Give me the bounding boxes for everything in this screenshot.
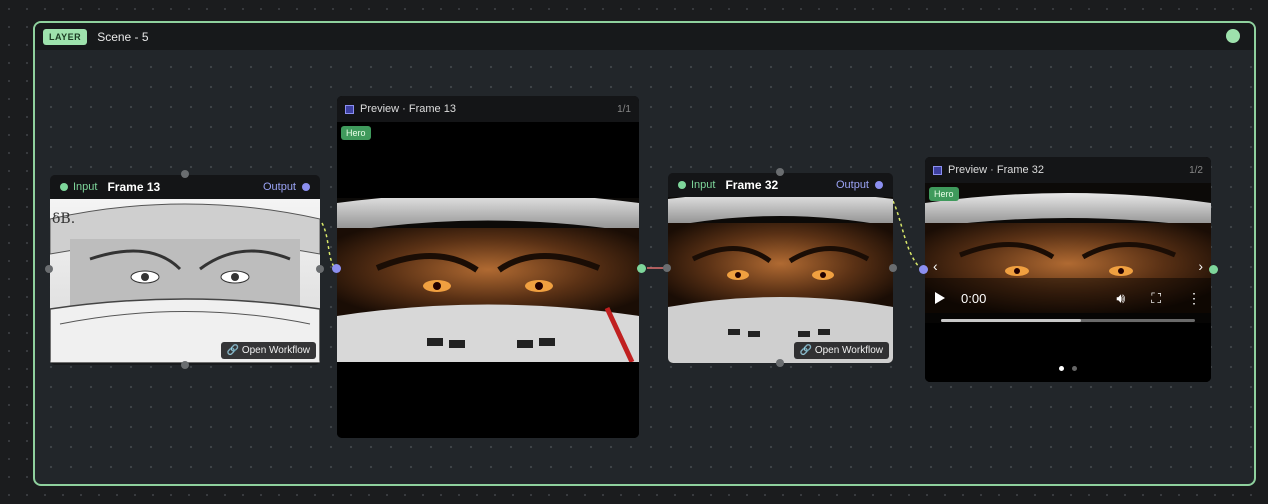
open-workflow-button[interactable]: 🔗 Open Workflow: [793, 342, 889, 359]
layer-header[interactable]: LAYER Scene - 5: [35, 23, 1254, 50]
carousel-pager: [925, 358, 1211, 376]
preview-header: Preview · Frame 32 1/2: [925, 157, 1211, 183]
output-label: Output: [262, 181, 296, 193]
node2-left-handle[interactable]: [663, 264, 671, 272]
layer-badge: LAYER: [43, 28, 88, 45]
node-header: Input Frame 13 Output: [50, 175, 320, 199]
svg-text:δB.: δB.: [52, 211, 75, 227]
preview1-output-handle[interactable]: [637, 264, 646, 273]
next-arrow-icon[interactable]: ›: [1198, 258, 1203, 274]
video-player[interactable]: Hero ‹ › 0:00 🔊︎ ⛶ ⋮: [925, 183, 1211, 382]
input-label: Input: [691, 179, 716, 191]
wire-node2-preview2: [892, 200, 922, 270]
output-port-icon[interactable]: [875, 181, 883, 189]
node1-right-handle[interactable]: [316, 265, 324, 273]
node2-top-handle[interactable]: [776, 168, 784, 176]
preview2-input-handle[interactable]: [919, 265, 928, 274]
preview-image[interactable]: Hero: [337, 122, 639, 438]
node2-right-handle[interactable]: [889, 264, 897, 272]
node1-top-handle[interactable]: [181, 170, 189, 178]
pager-dot-2[interactable]: [1072, 366, 1078, 371]
preview-title: Preview · Frame 32: [948, 164, 1044, 176]
hero-badge: Hero: [341, 126, 371, 140]
link-icon: 🔗: [799, 345, 813, 356]
node-title: Frame 13: [107, 180, 161, 194]
more-vert-icon[interactable]: ⋮: [1187, 290, 1201, 307]
helmet-render-image: [337, 198, 639, 362]
workflow-node-frame-32[interactable]: Input Frame 32 Output 🔗 Open Workflow: [668, 173, 893, 363]
pager-dot-1[interactable]: [1058, 366, 1064, 371]
open-workflow-label: Open Workflow: [814, 345, 883, 356]
wire-node1-preview1: [321, 222, 336, 269]
preview-header: Preview · Frame 13 1/1: [337, 96, 639, 122]
video-progress-fill: [941, 319, 1081, 322]
preview-title: Preview · Frame 13: [360, 103, 456, 115]
node-image: 🔗 Open Workflow: [668, 197, 893, 363]
sketch-helmet-illustration: δB.: [50, 199, 320, 363]
prev-arrow-icon[interactable]: ‹: [933, 258, 938, 274]
input-label: Input: [73, 181, 98, 193]
node2-bottom-handle[interactable]: [776, 359, 784, 367]
workflow-node-frame-13[interactable]: Input Frame 13 Output δB. 🔗 Open Workflo…: [50, 175, 320, 365]
hero-badge: Hero: [929, 187, 959, 201]
volume-icon[interactable]: 🔊︎: [1116, 290, 1125, 307]
layer-title: Scene - 5: [97, 29, 149, 44]
preview-icon: [933, 165, 942, 175]
node1-left-handle[interactable]: [45, 265, 53, 273]
link-icon: 🔗: [226, 345, 240, 356]
layer-group[interactable]: LAYER Scene - 5 Input Frame 13 Output δB…: [33, 21, 1256, 486]
node1-bottom-handle[interactable]: [181, 361, 189, 369]
node-title: Frame 32: [725, 178, 779, 192]
helmet-render-image: [668, 197, 893, 363]
video-controls: 0:00 🔊︎ ⛶ ⋮: [925, 283, 1211, 343]
preview-icon: [345, 104, 354, 114]
output-label: Output: [835, 179, 869, 191]
input-port-icon[interactable]: [678, 181, 686, 189]
video-time: 0:00: [961, 290, 987, 306]
preview-count: 1/2: [1189, 164, 1203, 176]
layer-status-dot[interactable]: [1226, 29, 1240, 43]
preview1-input-handle[interactable]: [332, 264, 341, 273]
fullscreen-icon[interactable]: ⛶: [1151, 290, 1161, 307]
preview-node-frame-32[interactable]: Preview · Frame 32 1/2 Hero ‹ › 0:00 🔊︎ …: [925, 157, 1211, 382]
open-workflow-label: Open Workflow: [241, 345, 310, 356]
node-header: Input Frame 32 Output: [668, 173, 893, 197]
preview-count: 1/1: [617, 103, 631, 115]
output-port-icon[interactable]: [302, 183, 310, 191]
video-progress-bar[interactable]: [941, 319, 1195, 322]
open-workflow-button[interactable]: 🔗 Open Workflow: [220, 342, 316, 359]
play-icon[interactable]: [935, 292, 945, 304]
preview2-output-handle[interactable]: [1209, 265, 1218, 274]
preview-node-frame-13[interactable]: Preview · Frame 13 1/1 Hero: [337, 96, 639, 438]
input-port-icon[interactable]: [60, 183, 68, 191]
sketch-image: δB. 🔗 Open Workflow: [50, 199, 320, 363]
